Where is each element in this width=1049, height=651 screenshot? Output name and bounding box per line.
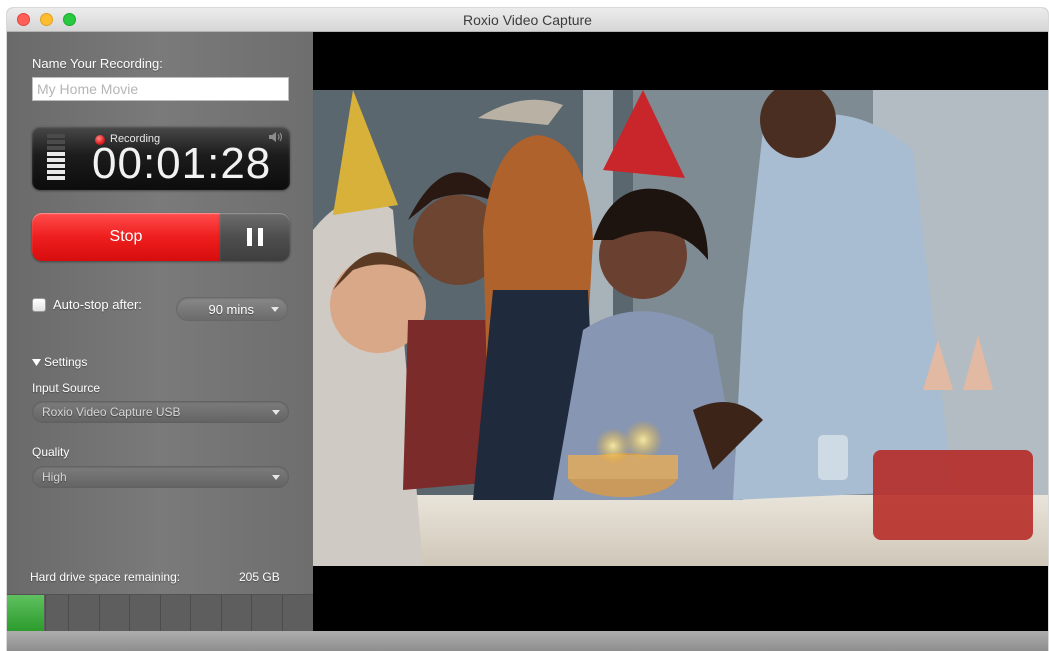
recording-display: Recording 00:01:28	[32, 126, 290, 190]
audio-level-meter	[47, 134, 65, 182]
chevron-down-icon	[272, 475, 280, 480]
stop-button[interactable]: Stop	[32, 213, 220, 261]
recording-name-label: Name Your Recording:	[32, 56, 163, 71]
autostop-label: Auto-stop after:	[53, 297, 142, 312]
pause-button[interactable]	[220, 213, 290, 261]
quality-select[interactable]: High	[32, 466, 289, 488]
elapsed-time: 00:01:28	[92, 139, 272, 188]
drive-space-meter	[7, 594, 313, 632]
drive-space-meter-fill	[7, 595, 44, 632]
input-source-value: Roxio Video Capture USB	[42, 405, 181, 419]
window-bottom-bar	[7, 631, 1048, 651]
chevron-down-icon	[271, 307, 279, 312]
input-source-select[interactable]: Roxio Video Capture USB	[32, 401, 289, 423]
autostop-checkbox[interactable]	[32, 298, 46, 312]
autostop-duration-value: 90 mins	[208, 301, 254, 317]
video-frame	[313, 90, 1048, 566]
quality-label: Quality	[32, 445, 70, 459]
pause-icon	[247, 228, 252, 246]
drive-space-value: 205 GB	[239, 570, 280, 584]
window-title: Roxio Video Capture	[463, 12, 592, 28]
speaker-icon[interactable]	[268, 131, 284, 143]
settings-header[interactable]: Settings	[44, 355, 87, 369]
input-source-label: Input Source	[32, 381, 101, 395]
capture-sidebar: Name Your Recording: Recording 00:01:28 …	[7, 32, 313, 632]
autostop-duration-select[interactable]: 90 mins	[176, 297, 288, 321]
disclosure-triangle-icon[interactable]	[32, 359, 41, 366]
drive-space-label: Hard drive space remaining:	[30, 570, 181, 584]
app-window: Roxio Video Capture Name Your Recording:…	[7, 8, 1048, 651]
birthday-scene-image	[313, 90, 1048, 566]
video-preview	[313, 32, 1048, 631]
title-bar: Roxio Video Capture	[7, 8, 1048, 32]
quality-value: High	[42, 470, 67, 484]
recording-name-input[interactable]	[32, 77, 289, 101]
chevron-down-icon	[272, 410, 280, 415]
pause-icon	[258, 228, 263, 246]
